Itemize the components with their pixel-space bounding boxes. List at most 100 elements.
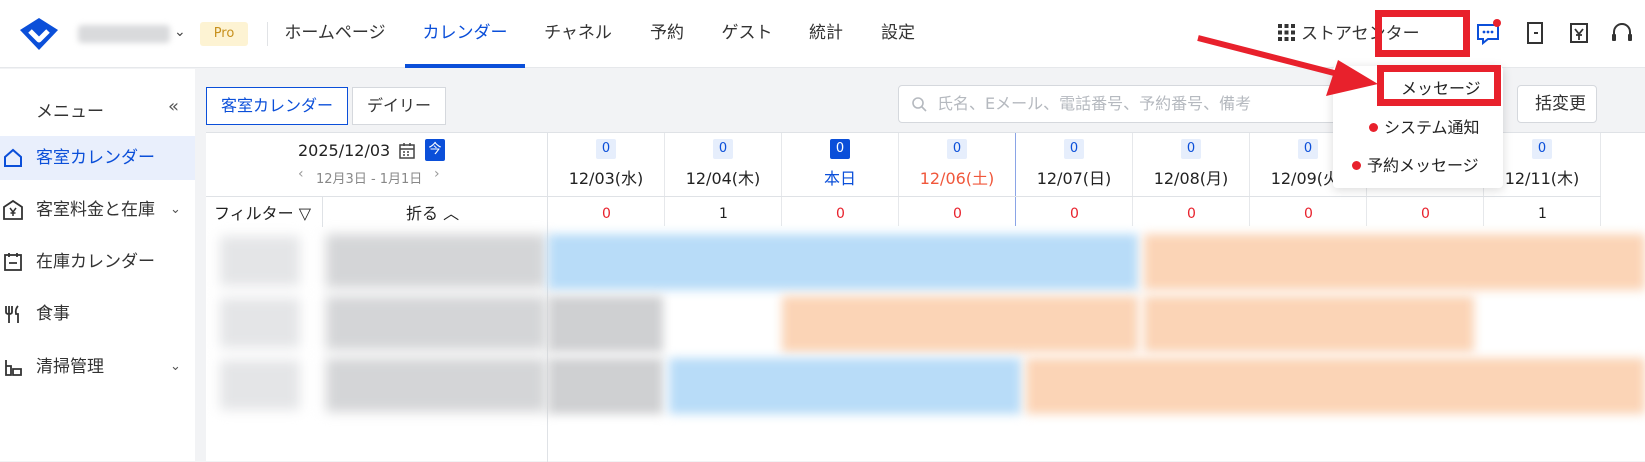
sidebar-item-cleaning[interactable]: 清掃管理 ⌄ [0, 345, 195, 389]
current-date[interactable]: 2025/12/03 [298, 141, 390, 160]
room-type-blurred [326, 234, 546, 288]
reservation-bar[interactable] [548, 358, 663, 414]
fold-label: 折る [406, 204, 439, 223]
grid-icon [1278, 24, 1295, 41]
prev-range-icon[interactable]: ‹ [298, 166, 304, 182]
nav-tab-channel[interactable]: チャネル [540, 0, 616, 68]
day-availability: 1 [665, 196, 782, 226]
sidebar-item-label: 客室カレンダー [36, 148, 155, 168]
day-label: 12/07(日) [1036, 169, 1112, 188]
room-label-blurred [220, 236, 300, 286]
day-column[interactable]: 0 本日 0 [782, 133, 899, 226]
reservation-bar[interactable] [669, 358, 1021, 414]
sidebar-item-inventory-calendar[interactable]: 在庫カレンダー [0, 240, 195, 284]
nav-tab-stats[interactable]: 統計 [804, 0, 848, 68]
cleaning-icon [5, 360, 22, 376]
day-count-badge: 0 [1532, 139, 1552, 159]
message-icon[interactable] [1474, 19, 1502, 47]
reservation-bar[interactable] [1026, 358, 1645, 414]
sidebar-title: メニュー [36, 102, 104, 122]
day-count-badge: 0 [1064, 139, 1084, 159]
divider [267, 22, 268, 46]
dropdown-item-label: 予約メッセージ [1367, 156, 1479, 175]
reservation-bar[interactable] [1144, 234, 1645, 290]
search-input[interactable]: 氏名、Eメール、電話番号、予約番号、備考 [898, 85, 1386, 123]
day-column[interactable]: 0 12/06(土) 0 [899, 133, 1016, 226]
nav-tab-calendar[interactable]: カレンダー [405, 0, 525, 68]
day-availability: 0 [1367, 196, 1484, 226]
chevron-down-icon[interactable]: ⌄ [170, 345, 181, 389]
pro-badge: Pro [200, 22, 248, 46]
nav-tab-reservation[interactable]: 予約 [645, 0, 689, 68]
day-count-badge: 0 [1181, 139, 1201, 159]
home-icon [4, 148, 22, 167]
chevron-down-icon[interactable]: ⌄ [174, 24, 186, 40]
room-label-blurred [220, 360, 300, 410]
sidebar-item-label: 客室料金と在庫 [36, 200, 155, 220]
highlight-box-message-icon [1375, 10, 1470, 57]
day-column[interactable]: 0 12/08(月) 0 [1133, 133, 1250, 226]
account-name-blurred[interactable] [78, 25, 170, 43]
unread-dot-icon [1369, 123, 1378, 132]
fork-knife-icon [5, 305, 19, 323]
yen-invoice-icon[interactable] [1565, 19, 1593, 47]
day-column[interactable]: 0 12/04(木) 1 [665, 133, 782, 226]
tab-room-calendar[interactable]: 客室カレンダー [206, 87, 349, 125]
filter-icon: ▽ [298, 204, 312, 223]
day-label: 本日 [823, 169, 856, 188]
reservation-rows-blurred [206, 226, 1645, 462]
tab-daily[interactable]: デイリー [352, 87, 447, 125]
day-label: 12/06(土) [919, 169, 995, 188]
next-range-icon[interactable]: › [434, 166, 440, 182]
highlight-box-messages-item [1377, 65, 1501, 106]
search-icon [912, 97, 927, 112]
filter-button[interactable]: フィルター ▽ [206, 197, 323, 227]
day-availability: 0 [548, 196, 665, 226]
reservation-bar[interactable] [1144, 296, 1474, 352]
day-count-badge: 0 [596, 139, 616, 159]
notification-doc-icon[interactable] [1521, 19, 1549, 47]
dropdown-item-label: システム通知 [1384, 118, 1480, 137]
sidebar-item-label: 食事 [36, 304, 70, 324]
sidebar-item-label: 在庫カレンダー [36, 252, 155, 272]
unread-dot-icon [1352, 161, 1361, 170]
sidebar: メニュー « 客室カレンダー 客室料金と在庫 ⌄ 在庫カレンダー 食事 清掃管理… [0, 69, 195, 461]
day-column[interactable]: 0 12/07(日) 0 [1016, 133, 1133, 226]
reservation-bar[interactable] [548, 296, 663, 352]
chevron-up-icon: ︿ [443, 204, 460, 223]
calendar-icon [4, 253, 22, 271]
reservation-bar[interactable] [548, 234, 1138, 290]
chevron-down-icon[interactable]: ⌄ [170, 188, 181, 232]
day-availability: 0 [1250, 196, 1367, 226]
sidebar-item-meals[interactable]: 食事 [0, 292, 195, 336]
date-range: 12月3日 - 1月1日 [316, 172, 423, 187]
dropdown-item-reservation-messages[interactable]: 予約メッセージ [1352, 152, 1503, 176]
nav-tab-guest[interactable]: ゲスト [717, 0, 777, 68]
bulk-change-button[interactable]: 括変更 [1517, 85, 1597, 123]
filter-label: フィルター [214, 204, 294, 223]
today-button[interactable]: 今 [425, 139, 445, 161]
day-availability: 0 [899, 196, 1016, 226]
nav-tab-home[interactable]: ホームページ [283, 0, 387, 68]
calendar-picker-icon[interactable] [398, 142, 416, 160]
dropdown-item-system-notice[interactable]: システム通知 [1369, 114, 1503, 138]
support-headset-icon[interactable] [1608, 19, 1636, 47]
yen-tag-icon [3, 199, 23, 220]
day-count-badge: 0 [947, 139, 967, 159]
sidebar-item-room-calendar[interactable]: 客室カレンダー [0, 136, 195, 180]
sidebar-item-room-rates[interactable]: 客室料金と在庫 ⌄ [0, 188, 195, 232]
day-label: 12/04(木) [685, 169, 761, 188]
day-availability: 0 [1133, 196, 1250, 226]
reservation-bar[interactable] [782, 296, 1138, 352]
nav-tab-settings[interactable]: 設定 [876, 0, 920, 68]
room-type-blurred [326, 296, 546, 350]
search-placeholder: 氏名、Eメール、電話番号、予約番号、備考 [937, 94, 1252, 113]
day-column[interactable]: 0 12/03(水) 0 [548, 133, 665, 226]
day-count-badge: 0 [830, 139, 850, 159]
day-availability: 0 [782, 196, 899, 226]
logo-icon[interactable] [18, 16, 60, 52]
collapse-sidebar-icon[interactable]: « [168, 96, 179, 117]
day-availability: 1 [1484, 196, 1601, 226]
day-label: 12/03(水) [568, 169, 644, 188]
day-count-badge: 0 [713, 139, 733, 159]
